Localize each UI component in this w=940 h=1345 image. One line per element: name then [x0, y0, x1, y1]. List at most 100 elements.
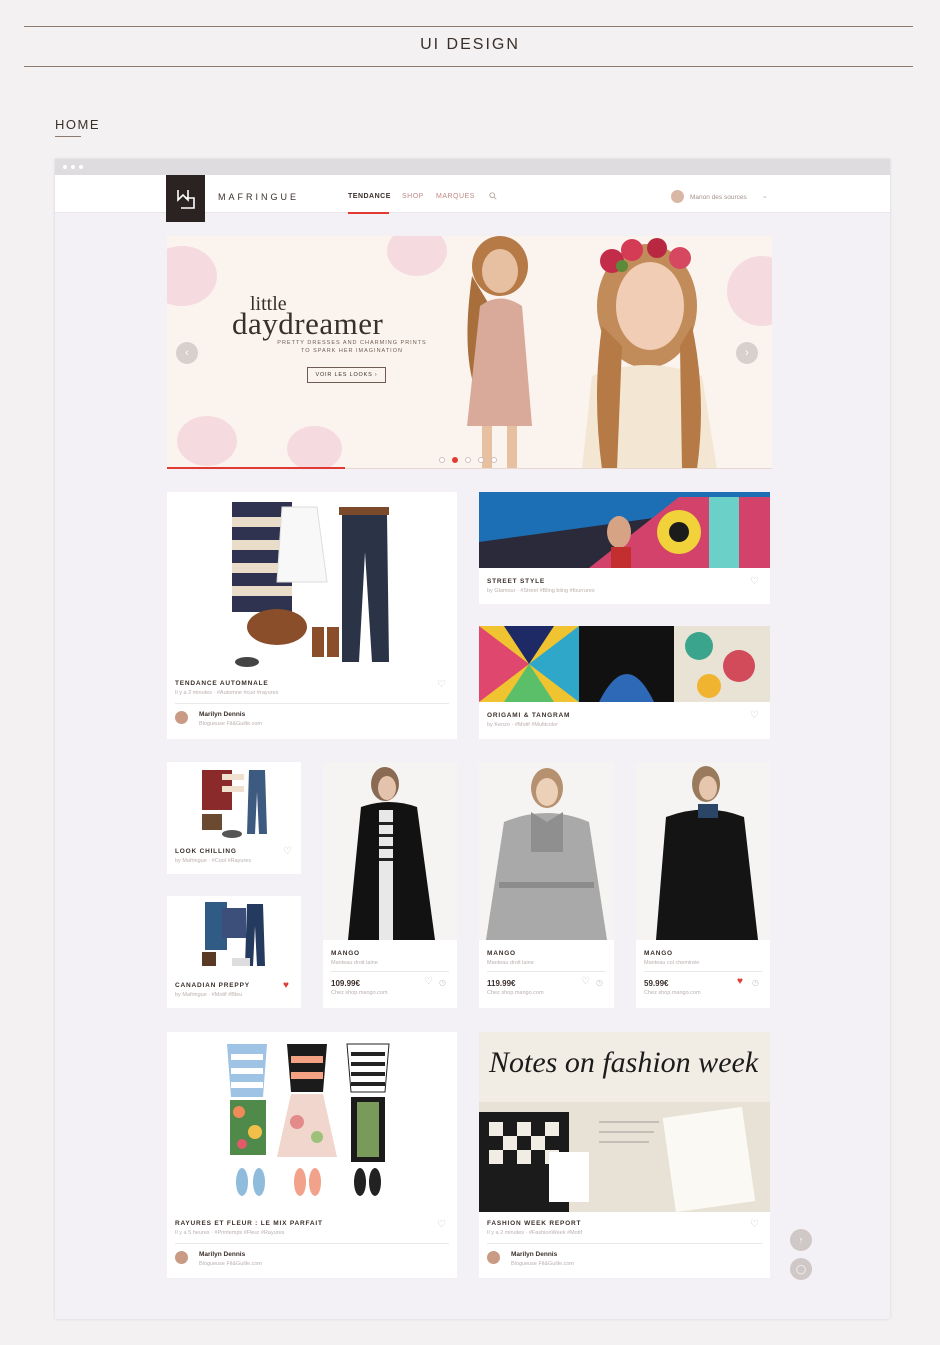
- chat-bubble-icon[interactable]: ◯: [790, 1258, 812, 1280]
- slide-dot[interactable]: [439, 457, 445, 463]
- heart-icon[interactable]: ♡: [424, 976, 433, 987]
- product-shop[interactable]: Chez shop.mango.com: [487, 990, 544, 996]
- logo[interactable]: [166, 175, 205, 222]
- slide-dot[interactable]: [478, 457, 484, 463]
- hero-subtitle-line: PRETTY DRESSES AND CHARMING PRINTS: [277, 340, 427, 346]
- product-brand: MANGO: [644, 950, 673, 957]
- product-price: 109.99€: [331, 979, 360, 988]
- clock-icon[interactable]: ◷: [752, 978, 759, 987]
- chevron-down-icon[interactable]: ⌄: [762, 192, 768, 200]
- heart-filled-icon[interactable]: ♥: [737, 976, 743, 987]
- hero-carousel: little daydreamer PRETTY DRESSES AND CHA…: [167, 236, 772, 469]
- window-dot: [63, 165, 67, 169]
- card-meta: by Mafringue · #Motif #Bleu: [175, 992, 243, 998]
- watercolor-decoration: [167, 246, 217, 306]
- hero-models-image: [467, 236, 717, 469]
- window-dot: [79, 165, 83, 169]
- card-rayures-et-fleur[interactable]: RAYURES ET FLEUR : LE MIX PARFAIT Il y a…: [167, 1032, 457, 1278]
- card-fashion-week-report[interactable]: Notes on fashion week FASHION WEEK REPOR…: [479, 1032, 770, 1278]
- slide-dot-active[interactable]: [452, 457, 458, 463]
- product-name: Manteau droit laine: [487, 960, 534, 966]
- card-title: CANADIAN PREPPY: [175, 982, 250, 989]
- heart-icon[interactable]: ♡: [750, 576, 759, 587]
- author-avatar[interactable]: [487, 1251, 500, 1264]
- product-shop[interactable]: Chez shop.mango.com: [644, 990, 701, 996]
- nav-active-underline: [348, 212, 389, 214]
- product-name: Manteau col cheminée: [644, 960, 700, 966]
- card-image: [167, 762, 301, 842]
- card-product-mango-1[interactable]: MANGO Manteau droit laine 109.99€ Chez s…: [323, 762, 457, 1008]
- title-rule: [24, 66, 913, 67]
- voir-les-looks-button[interactable]: VOIR LES LOOKS ›: [307, 367, 386, 383]
- product-brand: MANGO: [331, 950, 360, 957]
- heart-icon[interactable]: ♡: [750, 710, 759, 721]
- user-name[interactable]: Manon des sources: [690, 194, 747, 201]
- card-title: FASHION WEEK REPORT: [487, 1220, 582, 1227]
- author-blog: Blogueuse Fil&Guille.com: [511, 1261, 574, 1267]
- nav-tendance[interactable]: TENDANCE: [348, 193, 391, 200]
- product-image: [636, 762, 770, 940]
- author-avatar[interactable]: [175, 711, 188, 724]
- slide-progress-bar: [167, 467, 345, 469]
- clock-icon[interactable]: ◷: [439, 978, 446, 987]
- page-title: UI DESIGN: [420, 36, 520, 53]
- search-icon[interactable]: [489, 192, 497, 200]
- product-name: Manteau droit laine: [331, 960, 378, 966]
- handwriting-title: Notes on fashion week: [488, 1046, 759, 1079]
- heart-filled-icon[interactable]: ♥: [283, 980, 289, 991]
- product-shop[interactable]: Chez shop.mango.com: [331, 990, 388, 996]
- card-title: ORIGAMI & TANGRAM: [487, 712, 571, 719]
- author-name[interactable]: Marilyn Dennis: [511, 1251, 557, 1258]
- heart-icon[interactable]: ♡: [437, 679, 446, 690]
- section-underline: [55, 136, 81, 137]
- card-meta: by Mafringue · #Cool #Rayures: [175, 858, 252, 864]
- browser-chrome: [55, 159, 890, 175]
- card-divider: [175, 703, 449, 704]
- hero-title: daydreamer: [232, 306, 384, 341]
- card-divider: [487, 1243, 762, 1244]
- scroll-top-arrow-icon[interactable]: ↑: [790, 1229, 812, 1251]
- author-avatar[interactable]: [175, 1251, 188, 1264]
- top-rule: [24, 26, 913, 27]
- card-title: RAYURES ET FLEUR : LE MIX PARFAIT: [175, 1220, 323, 1227]
- prev-slide-arrow-icon[interactable]: ‹: [176, 342, 198, 364]
- card-title: TENDANCE AUTOMNALE: [175, 680, 269, 687]
- slide-dot[interactable]: [465, 457, 471, 463]
- card-image: [167, 1032, 457, 1212]
- author-name[interactable]: Marilyn Dennis: [199, 711, 245, 718]
- card-image: [479, 492, 770, 568]
- card-divider: [175, 1243, 449, 1244]
- card-meta: by Glamour · #Street #Bling bling #fourr…: [487, 588, 595, 594]
- card-product-mango-2[interactable]: MANGO Manteau droit laine 119.99€ Chez s…: [479, 762, 614, 1008]
- user-avatar[interactable]: [671, 190, 684, 203]
- next-slide-arrow-icon[interactable]: ›: [736, 342, 758, 364]
- heart-icon[interactable]: ♡: [750, 1219, 759, 1230]
- heart-icon[interactable]: ♡: [283, 846, 292, 857]
- card-title: LOOK CHILLING: [175, 848, 237, 855]
- clock-icon[interactable]: ◷: [596, 978, 603, 987]
- brand-name[interactable]: MAFRINGUE: [218, 192, 299, 202]
- card-divider: [331, 971, 449, 972]
- watercolor-decoration: [287, 426, 342, 469]
- card-origami-tangram[interactable]: ORIGAMI & TANGRAM by Kenzo · #Motif #Mul…: [479, 626, 770, 739]
- product-image: [479, 762, 614, 940]
- heart-icon[interactable]: ♡: [581, 976, 590, 987]
- card-divider: [487, 971, 606, 972]
- watercolor-decoration: [177, 416, 237, 466]
- card-canadian-preppy[interactable]: CANADIAN PREPPY by Mafringue · #Motif #B…: [167, 896, 301, 1008]
- card-look-chilling[interactable]: LOOK CHILLING by Mafringue · #Cool #Rayu…: [167, 762, 301, 874]
- slide-dot[interactable]: [491, 457, 497, 463]
- section-title: HOME: [55, 117, 100, 132]
- card-tendance-automnale[interactable]: TENDANCE AUTOMNALE Il y a 2 minutes · #A…: [167, 492, 457, 739]
- product-brand: MANGO: [487, 950, 516, 957]
- author-name[interactable]: Marilyn Dennis: [199, 1251, 245, 1258]
- card-meta: Il y a 2 minutes · #FashionWeek #Motif: [487, 1230, 582, 1236]
- hero-subtitle: PRETTY DRESSES AND CHARMING PRINTS TO SP…: [277, 339, 427, 355]
- card-product-mango-3[interactable]: MANGO Manteau col cheminée 59.99€ Chez s…: [636, 762, 770, 1008]
- heart-icon[interactable]: ♡: [437, 1219, 446, 1230]
- card-image: [479, 626, 770, 702]
- nav-shop[interactable]: SHOP: [402, 193, 424, 200]
- card-street-style[interactable]: STREET STYLE by Glamour · #Street #Bling…: [479, 492, 770, 604]
- nav-marques[interactable]: MARQUES: [436, 193, 475, 200]
- watercolor-decoration: [387, 236, 447, 276]
